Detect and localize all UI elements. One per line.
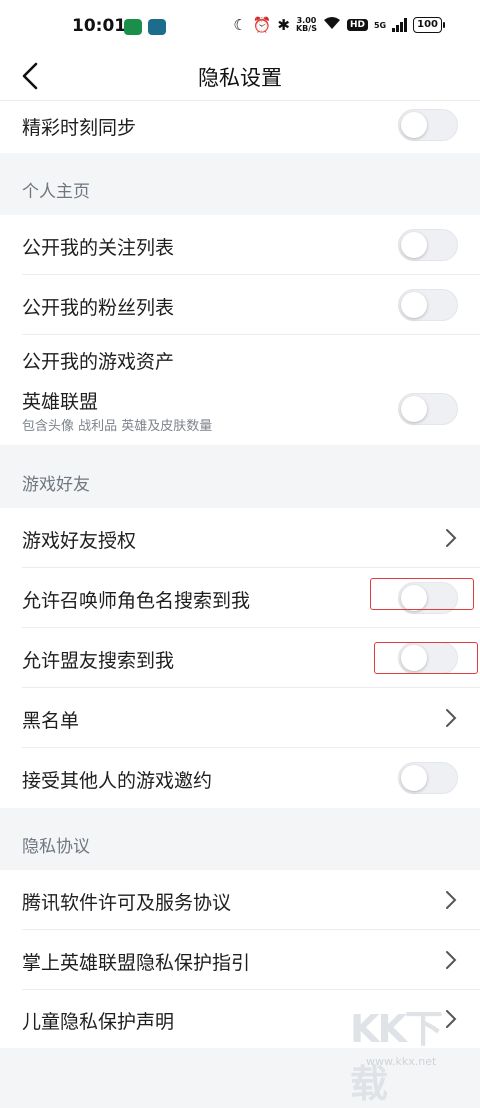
toggle-knob xyxy=(401,112,427,138)
highlight-sync-toggle[interactable] xyxy=(398,109,458,141)
game-name-label: 英雄联盟 xyxy=(22,391,99,413)
toggle-knob xyxy=(401,292,427,318)
section-privacy-agreement: 隐私协议 xyxy=(0,808,480,870)
row-label: 黑名单 xyxy=(22,710,80,732)
watermark-url: www.kkx.net xyxy=(366,1055,437,1068)
toggle-knob xyxy=(401,396,427,422)
app-notification-icon-2 xyxy=(148,19,166,35)
row-privacy-guide[interactable]: 掌上英雄联盟隐私保护指引 xyxy=(0,930,480,990)
row-accept-invites[interactable]: 接受其他人的游戏邀约 xyxy=(0,748,480,808)
chevron-right-icon xyxy=(446,529,457,547)
status-indicators: ☾ ⏰ ✱ 3.00 KB/S HD 5G 100 xyxy=(233,16,445,34)
row-highlight-sync: 精彩时刻同步 xyxy=(0,101,480,153)
toggle-knob xyxy=(401,765,427,791)
bluetooth-icon: ✱ xyxy=(277,16,290,34)
signal-icon xyxy=(392,18,408,32)
row-label: 游戏好友授权 xyxy=(22,530,137,552)
row-tencent-license[interactable]: 腾讯软件许可及服务协议 xyxy=(0,870,480,930)
game-assets-description: 包含头像 战利品 英雄及皮肤数量 xyxy=(22,419,213,434)
toggle-knob xyxy=(401,232,427,258)
lol-assets-toggle[interactable] xyxy=(398,393,458,425)
section-game-friends: 游戏好友 xyxy=(0,445,480,508)
row-friend-auth[interactable]: 游戏好友授权 xyxy=(0,508,480,568)
chevron-right-icon xyxy=(446,709,457,727)
status-time: 10:01 xyxy=(72,16,127,36)
row-label: 公开我的粉丝列表 xyxy=(22,297,175,319)
highlight-box-ally xyxy=(374,642,478,674)
row-label: 精彩时刻同步 xyxy=(22,117,137,139)
row-label: 儿童隐私保护声明 xyxy=(22,1011,175,1033)
do-not-disturb-icon: ☾ xyxy=(233,16,247,34)
row-blacklist[interactable]: 黑名单 xyxy=(0,688,480,748)
show-fans-toggle[interactable] xyxy=(398,289,458,321)
row-label: 公开我的游戏资产 xyxy=(22,351,175,373)
row-show-following[interactable]: 公开我的关注列表 xyxy=(0,215,480,275)
section-title: 个人主页 xyxy=(22,182,90,202)
row-label: 接受其他人的游戏邀约 xyxy=(22,770,213,792)
battery-icon: 100 xyxy=(413,17,445,33)
hd-badge: HD xyxy=(346,19,368,31)
status-bar: 10:01 ☾ ⏰ ✱ 3.00 KB/S HD 5G 100 xyxy=(0,0,480,52)
watermark-logo: KK下载 www.kkx.net xyxy=(350,992,472,1106)
row-label: 允许盟友搜索到我 xyxy=(22,650,175,672)
chevron-right-icon xyxy=(446,951,457,969)
page-title: 隐私设置 xyxy=(198,66,282,90)
row-label: 掌上英雄联盟隐私保护指引 xyxy=(22,952,251,974)
watermark-text: KK下载 xyxy=(350,1007,443,1106)
row-show-assets[interactable]: 公开我的游戏资产 英雄联盟 包含头像 战利品 英雄及皮肤数量 xyxy=(0,335,480,445)
section-profile: 个人主页 xyxy=(0,153,480,215)
wifi-icon xyxy=(323,16,341,34)
app-notification-icon xyxy=(124,19,142,35)
row-show-fans[interactable]: 公开我的粉丝列表 xyxy=(0,275,480,335)
row-label: 公开我的关注列表 xyxy=(22,237,175,259)
chevron-right-icon xyxy=(446,891,457,909)
accept-invites-toggle[interactable] xyxy=(398,762,458,794)
alarm-icon: ⏰ xyxy=(252,16,272,34)
network-speed: 3.00 KB/S xyxy=(295,16,317,33)
section-title: 隐私协议 xyxy=(22,837,90,857)
show-following-toggle[interactable] xyxy=(398,229,458,261)
network-type: 5G xyxy=(373,20,387,30)
nav-bar: 隐私设置 xyxy=(0,52,480,101)
row-label: 腾讯软件许可及服务协议 xyxy=(22,892,232,914)
highlight-box-summoner xyxy=(370,578,474,610)
section-title: 游戏好友 xyxy=(22,475,90,495)
row-label: 允许召唤师角色名搜索到我 xyxy=(22,590,251,612)
